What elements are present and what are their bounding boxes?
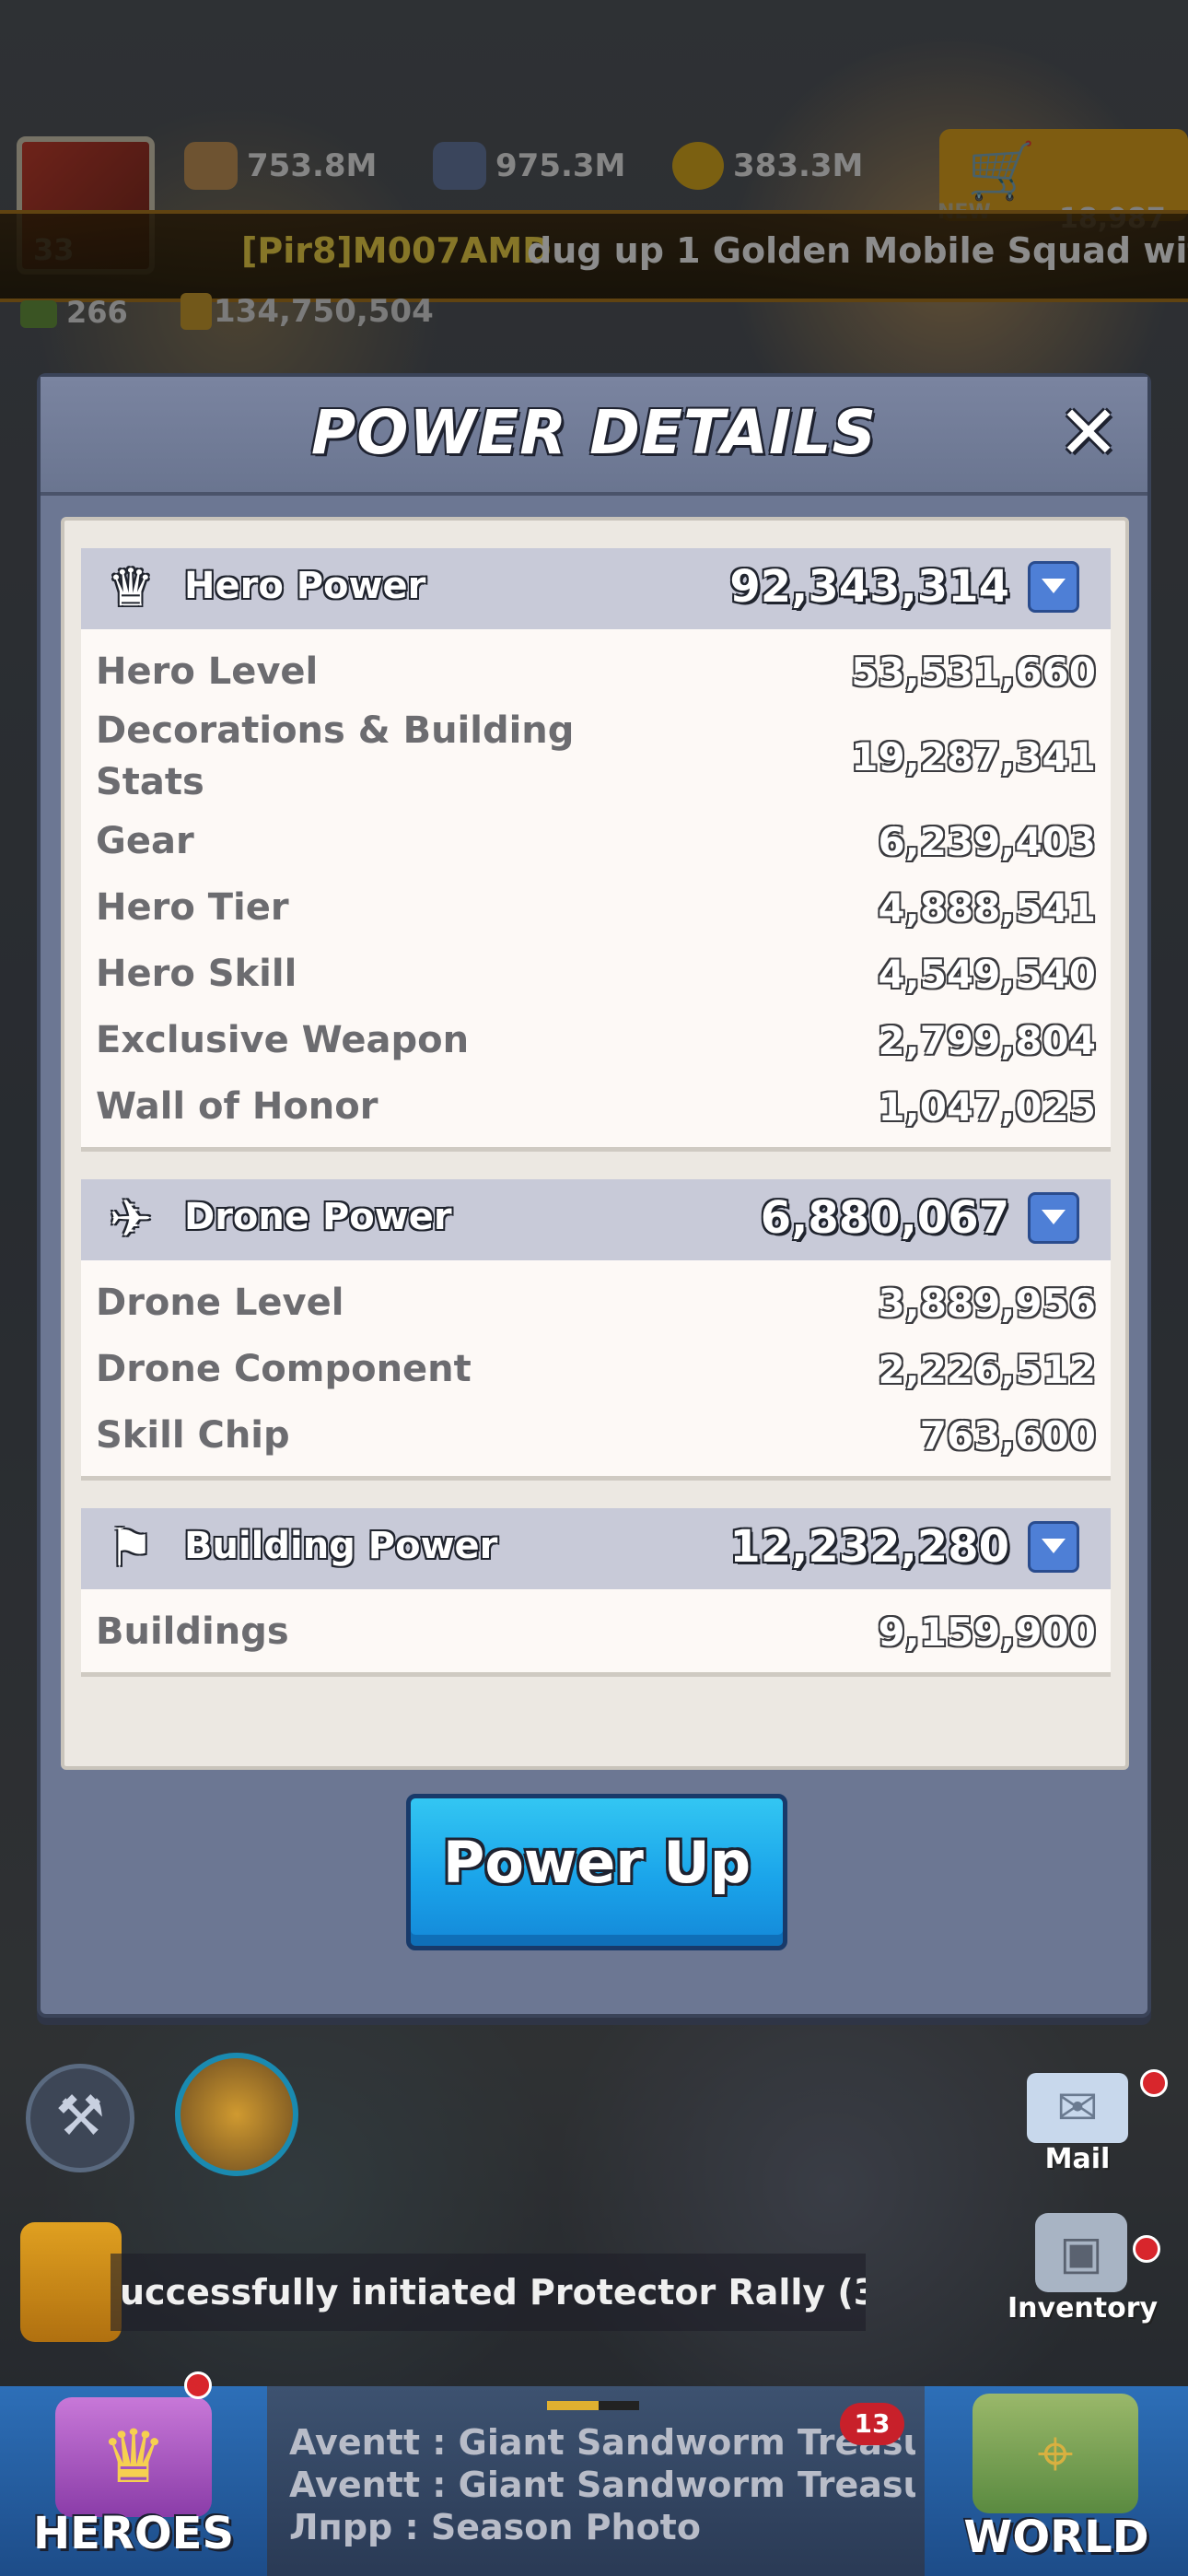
chat-line: Aventt : Giant Sandworm Treasur...	[289, 2465, 915, 2505]
robot-assistant-icon[interactable]	[20, 2222, 122, 2342]
section-rows: Hero Level 53,531,660 Decorations & Build…	[81, 629, 1111, 1152]
row-label: Wall of Honor	[96, 1085, 379, 1128]
list-item: Buildings 9,159,900	[81, 1598, 1111, 1665]
list-item: Hero Level 53,531,660	[81, 638, 1111, 705]
power-breakdown-scroll[interactable]: ♛ Hero Power 92,343,314 Hero Level 53,531…	[81, 548, 1111, 1746]
list-item: Wall of Honor 1,047,025	[81, 1073, 1111, 1140]
close-button[interactable]: ✕	[1055, 396, 1122, 470]
list-item: Hero Tier 4,888,541	[81, 874, 1111, 941]
row-value: 3,889,956	[878, 1280, 1096, 1326]
collapse-toggle[interactable]	[1028, 1192, 1079, 1244]
row-value: 53,531,660	[851, 649, 1096, 695]
chat-preview[interactable]: Aventt : Giant Sandworm Treasur... Avent…	[289, 2421, 915, 2548]
collapse-toggle[interactable]	[1028, 1521, 1079, 1573]
row-label: Skill Chip	[96, 1414, 290, 1457]
list-item: Gear 6,239,403	[81, 808, 1111, 874]
row-label: Hero Level	[96, 650, 319, 693]
chat-scroll-indicator	[547, 2401, 639, 2410]
row-value: 763,600	[919, 1412, 1096, 1458]
row-value: 6,239,403	[878, 818, 1096, 864]
inventory-label: Inventory	[1007, 2292, 1159, 2324]
row-value: 9,159,900	[878, 1609, 1096, 1655]
drone-power-section: ✈ Drone Power 6,880,067 Drone Level 3,889…	[81, 1179, 1111, 1481]
list-item: Exclusive Weapon 2,799,804	[81, 1007, 1111, 1073]
section-total: 6,880,067	[760, 1192, 1009, 1244]
section-header[interactable]: ♛ Hero Power 92,343,314	[81, 548, 1111, 629]
rally-notification: uccessfully initiated Protector Rally (3…	[111, 2254, 866, 2331]
envelope-icon: ✉	[1027, 2073, 1128, 2143]
section-rows: Drone Level 3,889,956 Drone Component 2,22…	[81, 1260, 1111, 1481]
section-total: 92,343,314	[729, 561, 1009, 613]
section-title: Hero Power	[184, 565, 426, 607]
mail-notification-dot	[1140, 2069, 1168, 2097]
world-label: WORLD	[963, 2512, 1149, 2563]
dialog-title: POWER DETAILS	[310, 397, 878, 468]
mail-label: Mail	[1044, 2143, 1111, 2175]
section-total: 12,232,280	[729, 1521, 1009, 1573]
row-value: 2,226,512	[878, 1346, 1096, 1392]
row-label: Hero Tier	[96, 886, 289, 929]
inventory-notification-dot	[1133, 2235, 1160, 2263]
heroes-notification-dot	[184, 2371, 212, 2399]
section-title: Drone Power	[184, 1196, 452, 1238]
power-up-button[interactable]: Power Up	[406, 1794, 787, 1950]
chat-unread-badge: 13	[840, 2403, 904, 2445]
row-label: Hero Skill	[96, 953, 297, 995]
collapse-toggle[interactable]	[1028, 561, 1079, 613]
row-label: Gear	[96, 820, 194, 862]
mail-button[interactable]: ✉ Mail	[1013, 2073, 1142, 2184]
section-header[interactable]: ⚑ Building Power 12,232,280	[81, 1508, 1111, 1589]
crown-icon: ♛	[107, 558, 155, 618]
row-label: Drone Component	[96, 1348, 472, 1390]
section-rows: Buildings 9,159,900	[81, 1589, 1111, 1677]
drone-icon: ✈	[109, 1189, 153, 1249]
section-header[interactable]: ✈ Drone Power 6,880,067	[81, 1179, 1111, 1260]
heroes-label: HEROES	[32, 2508, 235, 2559]
hero-power-section: ♛ Hero Power 92,343,314 Hero Level 53,531…	[81, 548, 1111, 1152]
list-item: Drone Component 2,226,512	[81, 1336, 1111, 1402]
row-label: Decorations & Building Stats	[96, 709, 575, 803]
list-item: Skill Chip 763,600	[81, 1402, 1111, 1469]
chat-line: Aventt : Giant Sandworm Treasur...	[289, 2422, 915, 2463]
dialog-header: POWER DETAILS ✕	[41, 377, 1147, 496]
list-item: Hero Skill 4,549,540	[81, 941, 1111, 1007]
row-label: Exclusive Weapon	[96, 1019, 470, 1061]
row-value: 1,047,025	[878, 1083, 1096, 1130]
hero-portrait-button[interactable]	[175, 2053, 298, 2176]
building-power-section: ⚑ Building Power 12,232,280 Buildings 9,1…	[81, 1508, 1111, 1677]
signpost-icon: ⚑	[107, 1518, 155, 1578]
list-item: Decorations & Building Stats 19,287,341	[81, 705, 1111, 808]
chat-line: Лпрр : Season Photo	[289, 2507, 701, 2547]
row-value: 2,799,804	[878, 1017, 1096, 1063]
row-value: 19,287,341	[851, 733, 1096, 779]
section-title: Building Power	[184, 1525, 498, 1567]
close-icon: ✕	[1057, 390, 1120, 475]
row-label: Drone Level	[96, 1282, 344, 1324]
inventory-button[interactable]: ▣ Inventory	[1007, 2213, 1159, 2333]
hammer-icon: ⚒	[55, 2084, 105, 2149]
build-hammer-button[interactable]: ⚒	[26, 2064, 134, 2172]
crown-shield-icon: ♛	[55, 2397, 212, 2517]
power-details-dialog: POWER DETAILS ✕ ♛ Hero Power 92,343,314 …	[37, 373, 1151, 2018]
row-value: 4,549,540	[878, 951, 1096, 997]
row-value: 4,888,541	[878, 884, 1096, 931]
row-label: Buildings	[96, 1610, 289, 1653]
backpack-icon: ▣	[1035, 2213, 1127, 2292]
map-icon: ⌖	[973, 2394, 1138, 2513]
power-breakdown-panel: ♛ Hero Power 92,343,314 Hero Level 53,531…	[61, 517, 1129, 1770]
list-item: Drone Level 3,889,956	[81, 1270, 1111, 1336]
